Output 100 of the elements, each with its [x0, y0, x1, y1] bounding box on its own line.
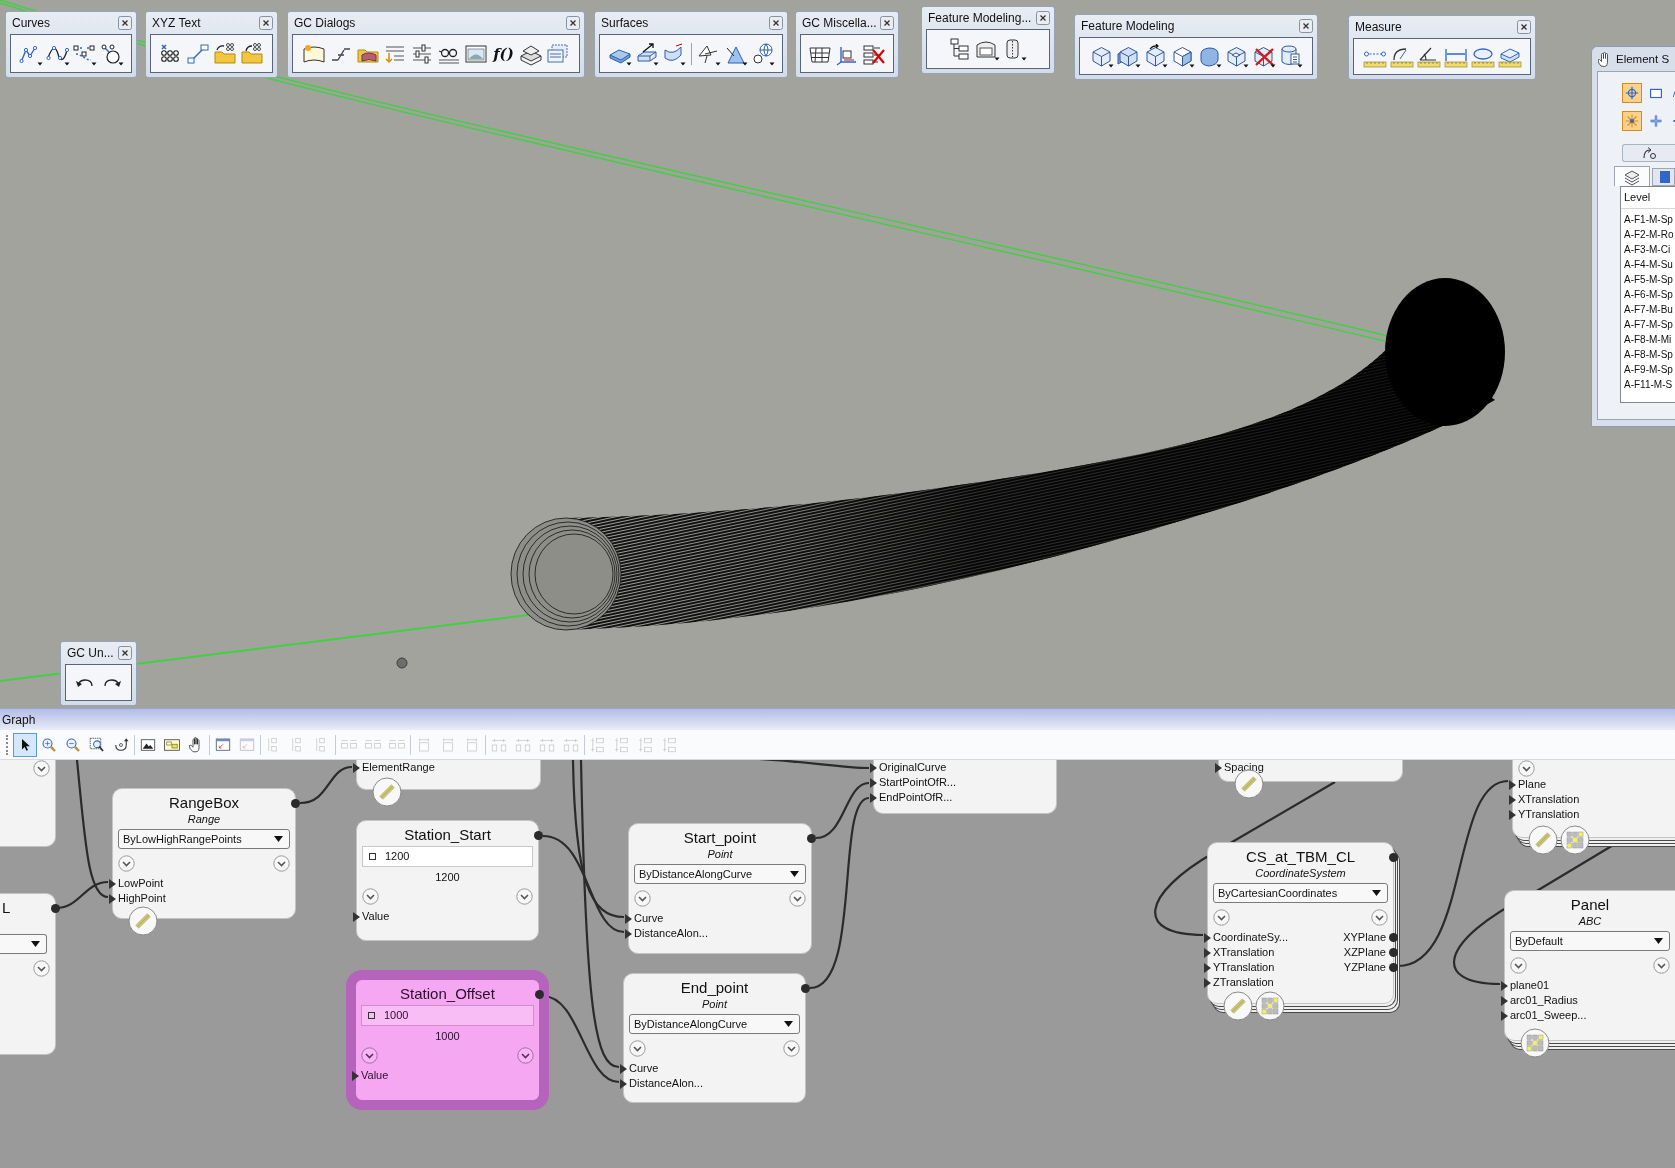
list-item[interactable]: A-F7-M-Bu — [1621, 302, 1675, 317]
list-item[interactable]: A-F6-M-Sp — [1621, 287, 1675, 302]
list-item[interactable]: A-F9-M-Sp — [1621, 362, 1675, 377]
value-field[interactable]: 1000 — [361, 1005, 534, 1026]
expand-chevron-icon[interactable] — [118, 855, 135, 872]
panel-tab[interactable] — [1614, 166, 1650, 186]
expand-chevron-icon[interactable] — [517, 1047, 534, 1064]
expand-chevron-icon[interactable] — [1510, 957, 1527, 974]
function-button[interactable]: f() — [491, 43, 516, 64]
tool-button[interactable] — [1622, 144, 1675, 162]
input-port-label: EndPointOfR... — [879, 790, 953, 805]
curved-surface-icon[interactable] — [661, 41, 686, 66]
close-icon[interactable] — [1299, 19, 1313, 33]
list-item[interactable]: A-F3-M-Ci — [1621, 242, 1675, 257]
circle-curve-icon[interactable] — [99, 41, 124, 66]
grid-badge-icon — [1255, 991, 1285, 1021]
node-title: Station_Offset — [399, 985, 496, 1003]
close-icon[interactable] — [118, 646, 132, 660]
method-dropdown[interactable]: ByDistanceAlongCurve — [629, 1014, 800, 1034]
node-card[interactable]: OriginalCurve StartPointOfR... EndPointOfR... — [873, 760, 1057, 814]
input-port-icon — [870, 777, 877, 788]
method-dropdown[interactable] — [0, 934, 47, 954]
expand-chevron-icon[interactable] — [516, 888, 533, 905]
expand-chevron-icon[interactable] — [634, 890, 651, 907]
folder-icon[interactable] — [240, 41, 264, 66]
method-dropdown[interactable]: ByDistanceAlongCurve — [634, 864, 806, 884]
input-port-icon — [625, 928, 632, 939]
line-badge-icon — [1223, 991, 1253, 1021]
caret-icon — [31, 941, 40, 947]
close-icon[interactable] — [1036, 11, 1050, 25]
node-title: CS_at_TBM_CL — [1244, 848, 1357, 866]
input-port-icon — [1509, 794, 1516, 805]
cube-delete-icon[interactable] — [1251, 44, 1276, 68]
toolbar-grip[interactable] — [6, 734, 9, 755]
method-dropdown[interactable]: ByCartesianCoordinates — [1213, 883, 1388, 903]
list-item[interactable]: A-F8-M-Mi — [1621, 332, 1675, 347]
list-item[interactable]: A-F8-M-Sp — [1621, 347, 1675, 362]
sphere-icon[interactable] — [750, 41, 775, 66]
input-port-icon — [620, 1078, 627, 1089]
close-icon[interactable] — [769, 16, 783, 30]
close-icon[interactable] — [1517, 20, 1531, 34]
expand-chevron-icon[interactable] — [33, 960, 50, 977]
close-icon[interactable] — [259, 16, 273, 30]
list-item[interactable]: A-F5-M-Sp — [1621, 272, 1675, 287]
pointer-icon[interactable] — [13, 732, 37, 757]
panel-tab[interactable] — [1652, 168, 1675, 186]
cylinder-document-icon[interactable] — [1278, 44, 1303, 68]
value-label: 1000 — [434, 1029, 461, 1043]
value-field[interactable]: 1200 — [362, 846, 533, 867]
expand-chevron-icon[interactable] — [273, 855, 290, 872]
list-item[interactable]: A-F7-M-Sp — [1621, 317, 1675, 332]
expand-chevron-icon[interactable] — [629, 1040, 646, 1057]
node-type: CoordinateSystem — [1254, 866, 1347, 880]
input-port-icon — [109, 893, 116, 904]
node-card[interactable]: Spacing — [1218, 760, 1403, 782]
cube-pair-icon[interactable] — [1116, 44, 1141, 68]
expand-chevron-icon[interactable] — [361, 1047, 378, 1064]
expand-chevron-icon[interactable] — [1518, 760, 1535, 777]
method-dropdown[interactable]: ByDefault — [1510, 931, 1670, 951]
expand-chevron-icon[interactable] — [783, 1040, 800, 1057]
cube-icon[interactable] — [1170, 44, 1195, 68]
input-port-icon — [353, 762, 360, 773]
column-header[interactable]: Level — [1621, 187, 1675, 209]
folder-icon[interactable] — [213, 41, 237, 66]
expand-chevron-icon[interactable] — [789, 890, 806, 907]
close-icon[interactable] — [118, 16, 132, 30]
point-marker-icon — [396, 657, 408, 669]
input-port-label: Spacing — [1224, 760, 1264, 775]
cube-cutout-icon[interactable] — [1224, 44, 1249, 68]
input-port-icon — [1204, 947, 1211, 958]
close-icon[interactable] — [880, 16, 894, 30]
expand-chevron-icon[interactable] — [1371, 909, 1388, 926]
rounded-solid-icon[interactable] — [1197, 44, 1222, 68]
capsule-icon[interactable] — [1003, 37, 1027, 61]
node-type: ABC — [1577, 914, 1603, 928]
node-card[interactable]: Station_Offset 1000 1000 Value — [346, 970, 549, 1110]
input-port-label: Value — [362, 909, 390, 924]
cube-icon[interactable] — [1089, 44, 1114, 68]
expand-chevron-icon[interactable] — [1213, 909, 1230, 926]
crosshair-icon[interactable] — [1622, 83, 1642, 103]
list-item[interactable]: A-F4-M-Su — [1621, 257, 1675, 272]
cube-arrow-icon[interactable] — [1143, 44, 1168, 68]
expand-chevron-icon[interactable] — [33, 760, 50, 777]
starburst-icon[interactable] — [1622, 111, 1642, 131]
node-type: Point — [700, 997, 729, 1011]
list-item[interactable]: A-F2-M-Ro — [1621, 227, 1675, 242]
toolbar-title: GC Miscella... — [802, 16, 877, 30]
input-port-icon — [353, 911, 360, 922]
list-item[interactable]: A-F11-M-S — [1621, 377, 1675, 392]
input-port-label: Plane — [1518, 777, 1547, 792]
extrude-arrow-icon[interactable] — [634, 41, 659, 66]
close-icon[interactable] — [566, 16, 580, 30]
expand-chevron-icon[interactable] — [1653, 957, 1670, 974]
list-item[interactable]: A-F1-M-Sp — [1621, 212, 1675, 227]
method-dropdown[interactable]: ByLowHighRangePoints — [118, 829, 290, 849]
input-port-label: Curve — [634, 911, 664, 926]
panel-title: Element S — [1616, 52, 1670, 66]
node-card[interactable]: ElementRange — [356, 760, 541, 790]
node-card[interactable] — [0, 760, 56, 847]
expand-chevron-icon[interactable] — [362, 888, 379, 905]
